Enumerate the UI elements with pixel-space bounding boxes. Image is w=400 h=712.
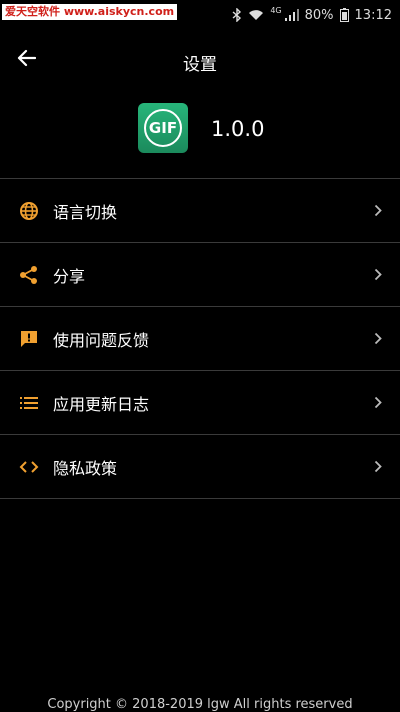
menu-item-label: 应用更新日志 bbox=[53, 394, 150, 414]
menu-item-share[interactable]: 分享 bbox=[0, 243, 400, 307]
chevron-right-icon bbox=[372, 332, 384, 346]
app-bar: 设置 bbox=[0, 36, 400, 84]
menu-item-language[interactable]: 语言切换 bbox=[0, 179, 400, 243]
app-info-header: GIF 1.0.0 bbox=[0, 100, 400, 160]
app-version: 1.0.0 bbox=[211, 117, 265, 141]
status-icons: 4G 80% 13:12 bbox=[232, 5, 392, 25]
menu-item-changelog[interactable]: 应用更新日志 bbox=[0, 371, 400, 435]
menu-item-label: 语言切换 bbox=[53, 202, 118, 222]
clock: 13:12 bbox=[354, 7, 392, 23]
chevron-right-icon bbox=[372, 268, 384, 282]
feedback-icon bbox=[18, 328, 40, 350]
menu-item-privacy[interactable]: 隐私政策 bbox=[0, 435, 400, 499]
app-logo-text: GIF bbox=[144, 109, 182, 147]
chevron-right-icon bbox=[372, 460, 384, 474]
signal-icon bbox=[284, 9, 299, 21]
chevron-right-icon bbox=[372, 396, 384, 410]
share-icon bbox=[18, 264, 40, 286]
menu-item-feedback[interactable]: 使用问题反馈 bbox=[0, 307, 400, 371]
menu-item-label: 使用问题反馈 bbox=[53, 330, 150, 350]
battery-percent: 80% bbox=[304, 7, 334, 23]
list-icon bbox=[18, 392, 40, 414]
globe-icon bbox=[18, 200, 40, 222]
page-title: 设置 bbox=[183, 55, 217, 75]
app-logo-icon: GIF bbox=[138, 103, 188, 153]
battery-icon bbox=[339, 8, 349, 22]
code-icon bbox=[18, 456, 40, 478]
watermark: 爱天空软件 www.aiskycn.com bbox=[2, 4, 178, 20]
bluetooth-icon bbox=[232, 8, 242, 22]
menu-item-label: 分享 bbox=[53, 266, 86, 286]
wifi-icon bbox=[248, 9, 264, 21]
settings-menu: 语言切换 分享 使用问题反馈 应用更新日志 隐私政策 bbox=[0, 178, 400, 499]
network-type-label: 4G bbox=[270, 5, 282, 15]
chevron-right-icon bbox=[372, 204, 384, 218]
status-bar: 爱天空软件 www.aiskycn.com 4G 80% 13:12 bbox=[0, 0, 400, 28]
menu-item-label: 隐私政策 bbox=[53, 458, 118, 478]
